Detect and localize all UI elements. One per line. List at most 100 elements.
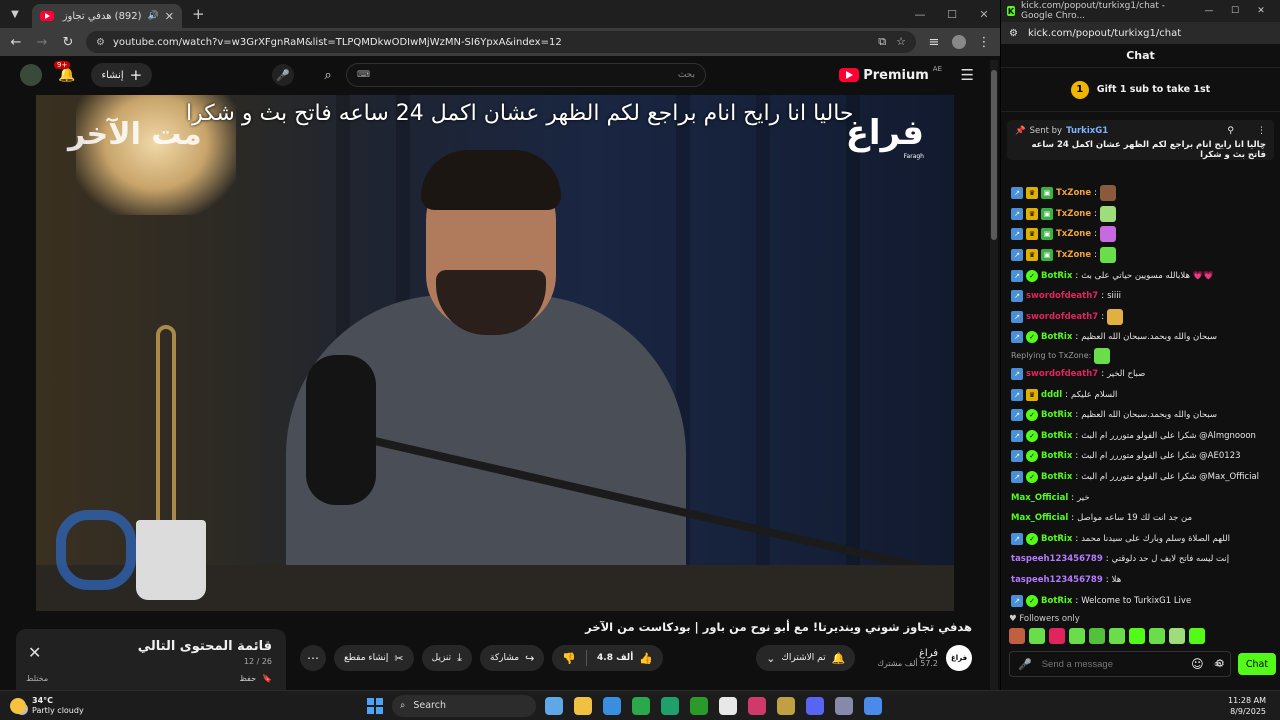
expand-chevron-icon[interactable]: ⌄ xyxy=(1259,142,1266,151)
quick-emote-icon[interactable] xyxy=(1129,628,1145,644)
chat-messages[interactable]: ↗ ♛ ▣ TxZone: ↗ ♛ ▣ TxZone: ↗ ♛ ▣ TxZone: ↗ ♛ ▣ TxZone:… xyxy=(1001,183,1280,607)
taskbar-app-icon[interactable] xyxy=(661,696,679,715)
clip-button[interactable]: إنشاء مقطع ✂ xyxy=(334,645,414,671)
chat-message-input[interactable] xyxy=(1041,658,1182,670)
chat-username[interactable]: BotRix xyxy=(1041,451,1072,461)
chat-username[interactable]: swordofdeath7 xyxy=(1026,312,1098,322)
chat-message[interactable]: ↗ ✓ BotRix: شكرا على الفولو متوررر ام البث … xyxy=(1011,467,1271,488)
page-scrollbar[interactable] xyxy=(990,60,998,690)
taskbar-app-icon[interactable] xyxy=(864,696,882,715)
kick-minimize-button[interactable]: — xyxy=(1196,6,1222,16)
chat-username[interactable]: BotRix xyxy=(1041,332,1072,342)
close-tab-icon[interactable]: ✕ xyxy=(165,10,174,23)
more-actions-button[interactable]: ⋯ xyxy=(300,645,326,671)
subscribed-button[interactable]: ⌄ تم الاشتراك 🔔 xyxy=(756,645,856,671)
chat-input-box[interactable]: 🎤 ☺ ∞ xyxy=(1009,651,1231,677)
gift-sub-banner[interactable]: 1 Gift 1 sub to take 1st xyxy=(1001,68,1280,112)
keyboard-icon[interactable]: ⌨ xyxy=(357,70,370,80)
kick-close-button[interactable]: ✕ xyxy=(1248,6,1274,16)
speaker-icon[interactable]: 🔊 xyxy=(148,11,159,21)
channel-name[interactable]: فراغ xyxy=(877,648,938,659)
site-info-icon[interactable]: ⚙ xyxy=(96,37,105,48)
chat-username[interactable]: TxZone xyxy=(1056,188,1091,198)
taskbar-app-icon[interactable] xyxy=(748,696,766,715)
weather-widget[interactable]: 34°C Partly cloudy xyxy=(10,696,84,716)
tab-youtube[interactable]: (892) هدفي تجاوز شوني وينـ 🔊 ✕ xyxy=(32,4,182,28)
media-controls-icon[interactable]: ≡ xyxy=(926,35,942,50)
send-chat-button[interactable]: Chat xyxy=(1238,653,1276,675)
chat-username[interactable]: BotRix xyxy=(1041,596,1072,606)
chat-username[interactable]: taspeeh123456789 xyxy=(1011,575,1103,585)
quick-emote-icon[interactable] xyxy=(1149,628,1165,644)
url-text[interactable]: youtube.com/watch?v=w3GrXFgnRaM&list=TLP… xyxy=(113,37,562,48)
chat-settings-gear-icon[interactable]: ⚙ xyxy=(1215,657,1225,670)
chat-message[interactable]: ↗ swordofdeath7: xyxy=(1011,307,1271,328)
notifications-bell-icon[interactable]: 🔔 9+ xyxy=(54,61,75,83)
new-tab-icon[interactable]: + xyxy=(192,5,205,23)
emoji-icon[interactable]: ☺ xyxy=(1191,657,1204,671)
chat-username[interactable]: BotRix xyxy=(1041,410,1072,420)
quick-emote-icon[interactable] xyxy=(1169,628,1185,644)
profile-avatar-icon[interactable] xyxy=(952,35,966,49)
kick-url-text[interactable]: kick.com/popout/turkixg1/chat xyxy=(1028,28,1181,39)
chat-message[interactable]: ↗ ✓ BotRix: Welcome to TurkixG1 Live xyxy=(1011,590,1271,611)
chat-message[interactable]: ↗ ♛ ▣ TxZone: xyxy=(1011,183,1271,204)
playlist-save-button[interactable]: حفظ 🔖 xyxy=(239,674,272,683)
video-player[interactable]: مت الآخر فراغ Faragh حاليا انا رايح انام… xyxy=(36,95,954,611)
chat-message[interactable]: ↗ ✓ BotRix: سبحان والله وبحمد.سبحان الله ال… xyxy=(1011,405,1271,426)
account-avatar[interactable] xyxy=(20,64,42,86)
chat-username[interactable]: dddl xyxy=(1041,390,1062,400)
taskbar-app-icon[interactable] xyxy=(719,696,737,715)
chat-username[interactable]: TxZone xyxy=(1056,250,1091,260)
microphone-icon[interactable]: 🎤 xyxy=(1018,658,1032,671)
chat-message[interactable]: Max_Official: خير xyxy=(1011,487,1271,508)
quick-emote-icon[interactable] xyxy=(1089,628,1105,644)
taskbar-app-icon[interactable] xyxy=(835,696,853,715)
close-playlist-icon[interactable]: ✕ xyxy=(28,643,41,662)
quick-emote-icon[interactable] xyxy=(1009,628,1025,644)
chat-message[interactable]: ↗ ♛ dddl: السلام عليكم xyxy=(1011,384,1271,405)
chat-username[interactable]: Max_Official xyxy=(1011,493,1068,503)
forward-icon[interactable]: → xyxy=(34,35,50,50)
chat-message[interactable]: taspeeh123456789: هلا xyxy=(1011,570,1271,591)
chat-message[interactable]: ↗ ♛ ▣ TxZone: xyxy=(1011,224,1271,245)
tab-search-icon[interactable]: ▼ xyxy=(4,3,26,25)
chat-message[interactable]: ↗ ✓ BotRix: شكرا على الفولو متوررر ام البث … xyxy=(1011,446,1271,467)
dislike-button[interactable]: 👎 xyxy=(552,645,586,671)
chat-username[interactable]: BotRix xyxy=(1041,431,1072,441)
minimize-button[interactable]: — xyxy=(904,8,936,21)
site-settings-icon[interactable]: ⚙ xyxy=(1009,28,1018,39)
taskbar-app-icon[interactable] xyxy=(545,696,563,715)
cast-icon[interactable]: ⧉ xyxy=(878,35,886,49)
reload-icon[interactable]: ↻ xyxy=(60,35,76,50)
bookmark-star-icon[interactable]: ☆ xyxy=(896,35,906,49)
chat-message[interactable]: ↗ swordofdeath7: صباح الخير xyxy=(1011,364,1271,385)
like-button[interactable]: 4.8 ألف 👍 xyxy=(587,645,663,671)
chat-username[interactable]: BotRix xyxy=(1041,534,1072,544)
voice-search-mic-icon[interactable]: 🎤 xyxy=(272,64,294,86)
taskbar-app-icon[interactable] xyxy=(777,696,795,715)
chat-username[interactable]: swordofdeath7 xyxy=(1026,291,1098,301)
pinned-more-icon[interactable]: ⋮ xyxy=(1257,126,1266,136)
youtube-premium-logo[interactable]: Premium AE xyxy=(839,65,942,83)
scrollbar-thumb[interactable] xyxy=(991,70,997,240)
pinned-message[interactable]: 📌 Sent by TurkixG1 حاليا انا رايح انام ب… xyxy=(1007,120,1274,160)
chat-username[interactable]: Max_Official xyxy=(1011,513,1068,523)
chat-username[interactable]: BotRix xyxy=(1041,472,1072,482)
playlist-shuffle[interactable]: مختلط xyxy=(26,674,48,683)
unpin-icon[interactable]: ⚲ xyxy=(1227,126,1234,136)
chat-message[interactable]: ↗ ♛ ▣ TxZone: xyxy=(1011,245,1271,266)
taskbar-app-icon[interactable] xyxy=(574,696,592,715)
system-clock[interactable]: 11:28 AM 8/9/2025 xyxy=(1228,695,1266,717)
chat-message[interactable]: ↗ ✓ BotRix: شكرا على الفولو متوررر ام البث … xyxy=(1011,426,1271,447)
quick-emote-icon[interactable] xyxy=(1029,628,1045,644)
taskbar-app-icon[interactable] xyxy=(690,696,708,715)
quick-emote-icon[interactable] xyxy=(1109,628,1125,644)
taskbar-search[interactable]: ⌕ Search xyxy=(392,694,536,717)
search-input[interactable]: ⌨ بحث xyxy=(346,63,706,87)
chat-message[interactable]: ↗ ✓ BotRix: هلابالله مسويين حياتي على بث 💗💗 xyxy=(1011,265,1271,286)
chat-message[interactable]: ↗ swordofdeath7: siiii xyxy=(1011,286,1271,307)
channel-info[interactable]: فراغ فراغ 57.2 ألف مشترك xyxy=(877,645,972,671)
channel-avatar[interactable]: فراغ xyxy=(946,645,972,671)
chat-message[interactable]: ↗ ♛ ▣ TxZone: xyxy=(1011,204,1271,225)
